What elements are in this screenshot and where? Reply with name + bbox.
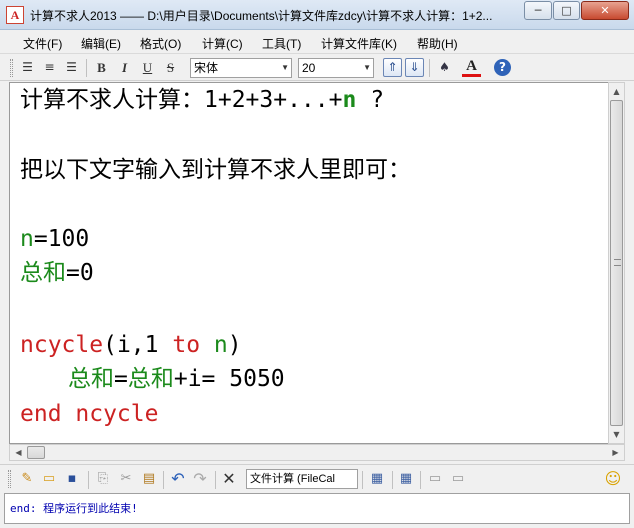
menu-bar: 文件(F) 编辑(E) 格式(O) 计算(C) 工具(T) 计算文件库(K) 帮… bbox=[0, 30, 634, 54]
line4-var: 总和 bbox=[20, 260, 66, 286]
bold-button[interactable]: B bbox=[92, 58, 111, 77]
menu-tools[interactable]: 工具(T) bbox=[262, 35, 301, 52]
maximize-button[interactable]: □ bbox=[553, 1, 580, 20]
line4-rest: =0 bbox=[66, 260, 94, 286]
save-icon[interactable]: ▪ bbox=[63, 470, 81, 488]
help-icon[interactable]: ? bbox=[494, 59, 511, 76]
app-logo-icon: A bbox=[6, 6, 24, 24]
line6-rest: +i= 5050 bbox=[173, 366, 285, 392]
toolbar-separator bbox=[392, 471, 393, 489]
italic-button[interactable]: I bbox=[115, 58, 134, 77]
scroll-grip-icon bbox=[614, 259, 621, 266]
print-icon[interactable]: ▭ bbox=[426, 470, 444, 488]
toolbar-grip[interactable] bbox=[10, 59, 13, 77]
line6-eq: = bbox=[114, 366, 128, 392]
menu-calculate[interactable]: 计算(C) bbox=[202, 35, 243, 52]
line3-rest: =100 bbox=[33, 226, 90, 252]
main-toolbar: ✎ ▭ ▪ ⎘ ✂ ▤ ↶ ↷ ✕ 文件计算 (FileCal ▦ ▦ ▭ ▭ … bbox=[0, 464, 634, 492]
calculation-editor[interactable]: 计算不求人计算：1+2+3+...+n ? 把以下文字输入到计算不求人里即可： … bbox=[9, 82, 608, 444]
chevron-down-icon: ▼ bbox=[281, 63, 289, 72]
horizontal-scrollbar[interactable]: ◀ ▶ bbox=[9, 444, 625, 461]
table-icon[interactable]: ▦ bbox=[397, 470, 415, 488]
line5-open: (i,1 bbox=[103, 332, 173, 358]
toolbar-separator bbox=[362, 471, 363, 489]
menu-file[interactable]: 文件(F) bbox=[23, 35, 62, 52]
toolbar-separator bbox=[215, 471, 216, 489]
editor-line-2: 把以下文字输入到计算不求人里即可： bbox=[20, 157, 411, 183]
move-up-icon[interactable]: ⇑ bbox=[383, 58, 402, 77]
scroll-right-icon[interactable]: ▶ bbox=[607, 445, 624, 460]
line5-keyword: ncycle bbox=[20, 332, 104, 358]
paste-icon[interactable]: ▤ bbox=[140, 470, 158, 488]
status-message: end: 程序运行到此结束! bbox=[10, 502, 138, 515]
redo-icon[interactable]: ↷ bbox=[191, 470, 209, 488]
editor-line-4: 总和=0 bbox=[20, 258, 94, 288]
line1-var: n bbox=[342, 87, 357, 113]
font-color-icon[interactable]: A bbox=[462, 58, 481, 77]
toolbar-separator bbox=[88, 471, 89, 489]
calc-mode-select[interactable]: 文件计算 (FileCal bbox=[246, 469, 358, 489]
line5-to: to bbox=[172, 332, 201, 358]
undo-icon[interactable]: ↶ bbox=[169, 470, 187, 488]
close-button[interactable]: ✕ bbox=[581, 1, 629, 20]
line6-rhs: 总和 bbox=[127, 366, 174, 392]
line6-lhs: 总和 bbox=[68, 366, 114, 392]
font-name-value: 宋体 bbox=[194, 61, 219, 75]
copy-icon[interactable]: ⎘ bbox=[94, 470, 112, 488]
vertical-scrollbar[interactable]: ▲ ▼ bbox=[608, 82, 625, 444]
cut-icon[interactable]: ✂ bbox=[117, 470, 135, 488]
line5-n: n bbox=[200, 332, 228, 358]
find-binoculars-icon[interactable]: ♠ bbox=[435, 58, 454, 77]
move-down-icon[interactable]: ⇓ bbox=[405, 58, 424, 77]
minimize-button[interactable]: ─ bbox=[524, 1, 552, 20]
font-name-select[interactable]: 宋体 ▼ bbox=[190, 58, 292, 78]
open-folder-icon[interactable]: ▭ bbox=[40, 470, 58, 488]
underline-button[interactable]: U bbox=[138, 58, 157, 77]
chevron-down-icon: ▼ bbox=[363, 63, 371, 72]
align-right-icon[interactable]: ☰ bbox=[62, 58, 81, 77]
editor-line-5: ncycle(i,1 to n) bbox=[20, 330, 242, 360]
font-size-value: 20 bbox=[302, 61, 316, 75]
window-title: 计算不求人2013 —— D:\用户目录\Documents\计算文件库zdcy… bbox=[30, 9, 493, 23]
editor-line-1: 计算不求人计算：1+2+3+...+n ? bbox=[20, 85, 384, 115]
menu-calc-library[interactable]: 计算文件库(K) bbox=[321, 35, 397, 52]
align-left-icon[interactable]: ☰ bbox=[18, 58, 37, 77]
menu-edit[interactable]: 编辑(E) bbox=[81, 35, 121, 52]
editor-line-3: n=100 bbox=[20, 224, 89, 254]
toolbar-separator bbox=[163, 471, 164, 489]
line5-close: ) bbox=[227, 332, 242, 358]
scroll-up-icon[interactable]: ▲ bbox=[609, 83, 624, 100]
font-size-select[interactable]: 20 ▼ bbox=[298, 58, 374, 78]
strikethrough-button[interactable]: S bbox=[161, 58, 180, 77]
format-toolbar: ☰ ≡ ☰ B I U S 宋体 ▼ 20 ▼ ⇑ ⇓ ♠ A ? bbox=[0, 55, 634, 81]
print-preview-icon[interactable]: ▭ bbox=[449, 470, 467, 488]
new-file-icon[interactable]: ✎ bbox=[18, 470, 36, 488]
line1-tail: ? bbox=[356, 87, 385, 113]
align-center-icon[interactable]: ≡ bbox=[40, 58, 59, 77]
toolbar-grip[interactable] bbox=[8, 470, 11, 488]
vertical-scroll-thumb[interactable] bbox=[610, 100, 623, 426]
calculator-icon[interactable]: ▦ bbox=[368, 470, 386, 488]
menu-help[interactable]: 帮助(H) bbox=[417, 35, 458, 52]
line1-text: 计算不求人计算：1+2+3+...+ bbox=[20, 87, 343, 113]
scroll-down-icon[interactable]: ▼ bbox=[609, 426, 624, 443]
horizontal-scroll-thumb[interactable] bbox=[27, 446, 45, 459]
editor-line-6: 总和=总和+i= 5050 bbox=[68, 364, 285, 394]
toolbar-separator bbox=[420, 471, 421, 489]
title-bar: A 计算不求人2013 —— D:\用户目录\Documents\计算文件库zd… bbox=[0, 0, 634, 30]
menu-format[interactable]: 格式(O) bbox=[140, 35, 181, 52]
scroll-left-icon[interactable]: ◀ bbox=[10, 445, 27, 460]
editor-line-7: end ncycle bbox=[20, 401, 159, 427]
output-panel: end: 程序运行到此结束! bbox=[4, 493, 630, 524]
toolbar-separator bbox=[429, 59, 430, 77]
smiley-icon[interactable]: ☺ bbox=[604, 470, 622, 488]
delete-icon[interactable]: ✕ bbox=[220, 470, 238, 488]
toolbar-separator bbox=[86, 59, 87, 77]
line3-var: n bbox=[20, 226, 34, 252]
